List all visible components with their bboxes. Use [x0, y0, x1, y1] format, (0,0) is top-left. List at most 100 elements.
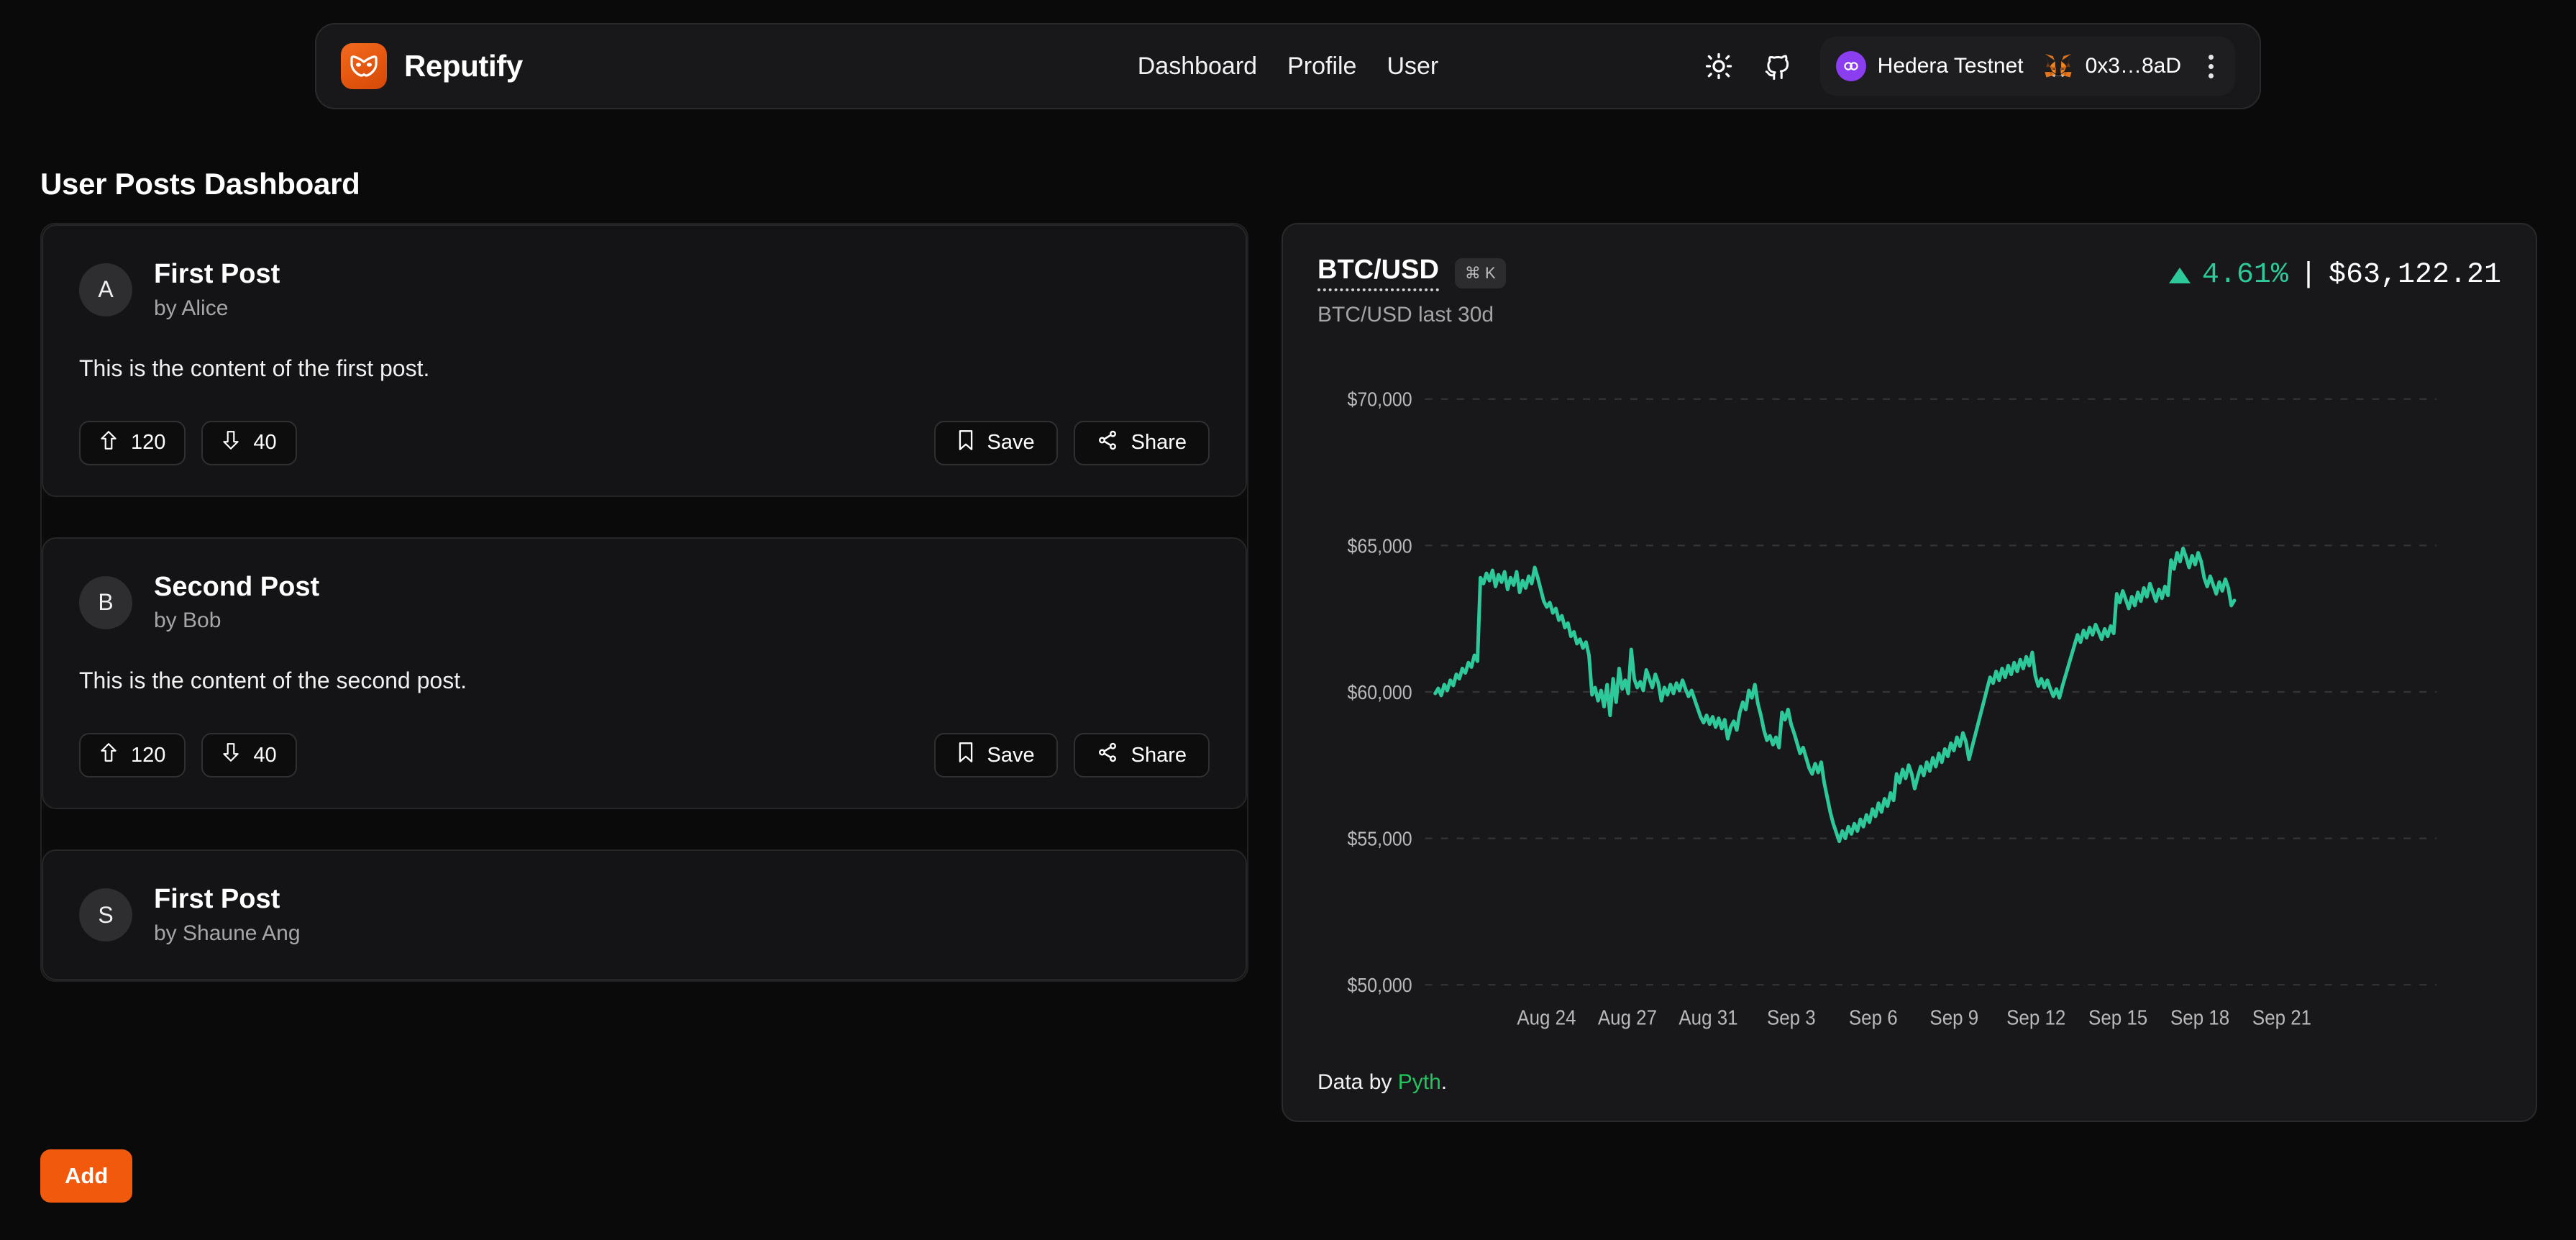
- triangle-up-icon: [2168, 267, 2191, 283]
- command-k-badge[interactable]: ⌘ K: [1454, 257, 1506, 288]
- hedera-icon: [1835, 51, 1866, 81]
- main-nav: Dashboard Profile User: [1138, 53, 1439, 81]
- posts-column: A First Post by Alice This is the conten…: [40, 223, 1248, 1122]
- post-title: First Post: [154, 884, 280, 915]
- kebab-menu-icon[interactable]: [2200, 50, 2222, 83]
- price-line-chart[interactable]: $70,000 $65,000 $60,000 $55,000 $50,000 Aug 2…: [1317, 346, 2501, 1060]
- svg-text:Sep 15: Sep 15: [2088, 1006, 2147, 1029]
- post-header: S First Post by Shaune Ang: [79, 884, 1210, 946]
- arrow-down-icon: [221, 742, 240, 769]
- nav-item-dashboard[interactable]: Dashboard: [1138, 53, 1257, 81]
- upvote-count: 120: [131, 743, 166, 767]
- chart-header: BTC/USD ⌘ K BTC/USD last 30d 4.61% | $63…: [1317, 255, 2501, 327]
- share-label: Share: [1131, 743, 1187, 767]
- svg-text:Sep 18: Sep 18: [2170, 1006, 2229, 1029]
- current-price: $63,122.21: [2328, 259, 2501, 291]
- post-share-actions: Save Share: [933, 733, 1210, 778]
- app-root: Reputify Dashboard Profile User Hedera T…: [0, 0, 2576, 1240]
- svg-text:Aug 31: Aug 31: [1678, 1006, 1737, 1029]
- upvote-button[interactable]: 120: [79, 733, 186, 778]
- svg-text:$70,000: $70,000: [1348, 388, 1412, 411]
- post-actions: 120 40 Save Share: [79, 733, 1210, 778]
- github-icon[interactable]: [1761, 50, 1794, 83]
- post-card[interactable]: S First Post by Shaune Ang: [42, 849, 1247, 981]
- add-button[interactable]: Add: [40, 1149, 133, 1203]
- chart-column: BTC/USD ⌘ K BTC/USD last 30d 4.61% | $63…: [1282, 223, 2537, 1122]
- metamask-fox-icon: [2042, 52, 2074, 81]
- post-heading: First Post by Shaune Ang: [154, 884, 301, 946]
- svg-text:$60,000: $60,000: [1348, 681, 1412, 703]
- share-icon: [1097, 429, 1118, 457]
- bookmark-icon: [957, 429, 974, 457]
- sun-icon[interactable]: [1702, 50, 1735, 83]
- post-card[interactable]: A First Post by Alice This is the conten…: [42, 224, 1247, 497]
- post-card[interactable]: B Second Post by Bob This is the content…: [42, 537, 1247, 810]
- nav-item-profile[interactable]: Profile: [1287, 53, 1356, 81]
- post-heading: Second Post by Bob: [154, 572, 319, 634]
- header-actions: Hedera Testnet 0x3…8aD: [1702, 37, 2235, 96]
- avatar: B: [79, 575, 132, 629]
- footer-prefix: Data by: [1317, 1070, 1398, 1094]
- arrow-up-icon: [99, 742, 118, 769]
- wallet-group: Hedera Testnet 0x3…8aD: [1819, 37, 2235, 96]
- wallet-address: 0x3…8aD: [2085, 54, 2181, 78]
- share-button[interactable]: Share: [1073, 733, 1210, 778]
- nav-item-user[interactable]: User: [1387, 53, 1438, 81]
- upvote-button[interactable]: 120: [79, 420, 186, 465]
- wallet-chip[interactable]: 0x3…8aD: [2042, 52, 2181, 81]
- svg-text:Sep 3: Sep 3: [1767, 1006, 1816, 1029]
- post-header: B Second Post by Bob: [79, 572, 1210, 634]
- page-title: User Posts Dashboard: [40, 167, 360, 201]
- pyth-link[interactable]: Pyth: [1398, 1070, 1441, 1094]
- downvote-button[interactable]: 40: [201, 733, 297, 778]
- chart-subtitle: BTC/USD last 30d: [1317, 303, 1494, 327]
- share-button[interactable]: Share: [1073, 420, 1210, 465]
- symbol-label[interactable]: BTC/USD: [1317, 255, 1439, 291]
- svg-text:$55,000: $55,000: [1348, 827, 1412, 849]
- arrow-up-icon: [99, 429, 118, 457]
- price-summary: 4.61% | $63,122.21: [2168, 255, 2501, 291]
- post-actions: 120 40 Save Share: [79, 420, 1210, 465]
- price-chart-panel: BTC/USD ⌘ K BTC/USD last 30d 4.61% | $63…: [1282, 223, 2537, 1122]
- svg-text:Sep 9: Sep 9: [1929, 1006, 1978, 1029]
- post-author: by Alice: [154, 296, 229, 320]
- content-columns: A First Post by Alice This is the conten…: [40, 223, 2537, 1122]
- bookmark-icon: [957, 742, 974, 769]
- footer-suffix: .: [1440, 1070, 1448, 1094]
- post-title: First Post: [154, 259, 280, 289]
- symbol-row: BTC/USD ⌘ K: [1317, 255, 1506, 291]
- post-author: by Bob: [154, 608, 221, 633]
- downvote-count: 40: [253, 431, 277, 455]
- posts-list: A First Post by Alice This is the conten…: [40, 223, 1248, 983]
- svg-text:$65,000: $65,000: [1348, 534, 1412, 557]
- save-button[interactable]: Save: [933, 420, 1058, 465]
- svg-text:Aug 24: Aug 24: [1517, 1006, 1576, 1029]
- chart-symbol-block: BTC/USD ⌘ K BTC/USD last 30d: [1317, 255, 1506, 327]
- brand[interactable]: Reputify: [341, 43, 523, 89]
- post-share-actions: Save Share: [933, 420, 1210, 465]
- change-percent: 4.61%: [2201, 259, 2288, 291]
- downvote-button[interactable]: 40: [201, 420, 297, 465]
- share-icon: [1097, 742, 1118, 769]
- post-content: This is the content of the second post.: [79, 667, 467, 694]
- header-bar: Reputify Dashboard Profile User Hedera T…: [315, 23, 2261, 109]
- svg-text:Sep 12: Sep 12: [2006, 1006, 2065, 1029]
- post-divider: [42, 496, 1247, 537]
- save-button[interactable]: Save: [933, 733, 1058, 778]
- svg-text:Sep 21: Sep 21: [2252, 1006, 2311, 1029]
- avatar: A: [79, 263, 132, 316]
- header-bar-wrapper: Reputify Dashboard Profile User Hedera T…: [0, 23, 2576, 109]
- post-header: A First Post by Alice: [79, 259, 1210, 321]
- mask-icon: [341, 43, 387, 89]
- avatar: S: [79, 888, 132, 942]
- arrow-down-icon: [221, 429, 240, 457]
- network-chip[interactable]: Hedera Testnet: [1835, 51, 2024, 81]
- svg-text:Sep 6: Sep 6: [1849, 1006, 1898, 1029]
- svg-text:Aug 27: Aug 27: [1598, 1006, 1657, 1029]
- post-content: This is the content of the first post.: [79, 355, 430, 381]
- separator: |: [2299, 259, 2317, 291]
- upvote-count: 120: [131, 431, 166, 455]
- share-label: Share: [1131, 431, 1187, 455]
- post-heading: First Post by Alice: [154, 259, 280, 321]
- post-divider: [42, 809, 1247, 850]
